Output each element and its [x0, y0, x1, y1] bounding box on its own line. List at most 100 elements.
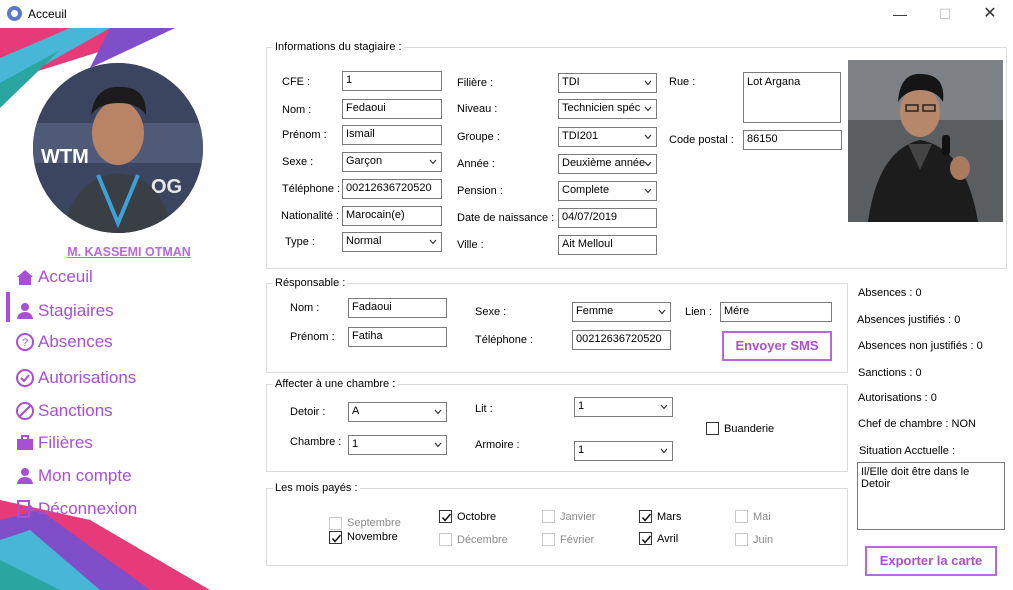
- nav-item-absences[interactable]: ? Absences: [14, 329, 113, 355]
- groupe-value: TDI201: [562, 130, 599, 142]
- resp-prenom-field[interactable]: Fatiha: [348, 327, 447, 347]
- type-label: Type :: [285, 236, 315, 248]
- annee-label: Année :: [457, 158, 495, 170]
- octobre-checkbox[interactable]: [439, 510, 452, 523]
- chevron-down-icon: [660, 448, 668, 454]
- nationalite-field[interactable]: Marocain(e): [342, 206, 442, 226]
- rue-field[interactable]: Lot Argana: [743, 72, 841, 123]
- absences-stat: Absences : 0: [858, 287, 922, 299]
- maximize-button[interactable]: ☐: [925, 2, 965, 26]
- resp-sexe-label: Sexe :: [475, 306, 507, 318]
- user-name[interactable]: M. KASSEMI OTMAN: [0, 245, 258, 259]
- resp-sexe-select[interactable]: Femme: [572, 302, 671, 322]
- stagiaire-group-label: Informations du stagiaire :: [273, 41, 404, 53]
- close-button[interactable]: ✕: [970, 2, 1010, 26]
- fevrier-label: Février: [560, 534, 595, 546]
- juin-checkbox[interactable]: [735, 533, 748, 546]
- check-circle-icon: [14, 367, 36, 389]
- chef-chambre-stat: Chef de chambre : NON: [858, 418, 976, 430]
- resp-telephone-field[interactable]: 00212636720520: [572, 330, 671, 350]
- septembre-checkbox[interactable]: [329, 517, 342, 530]
- briefcase-icon: [14, 432, 36, 454]
- resp-prenom-label: Prénom :: [290, 331, 335, 343]
- niveau-label: Niveau :: [457, 103, 498, 115]
- logout-icon: [14, 498, 36, 520]
- autorisations-stat: Autorisations : 0: [858, 392, 937, 404]
- ville-label: Ville :: [457, 239, 484, 251]
- check-icon: [331, 534, 342, 543]
- student-photo[interactable]: [848, 60, 1003, 222]
- buanderie-checkbox[interactable]: [706, 422, 719, 435]
- sidebar: WTM OG M. KASSEMI OTMAN Acceuil Stagiair…: [0, 28, 258, 590]
- chambre-select[interactable]: 1: [348, 435, 447, 455]
- nav-item-sanctions[interactable]: Sanctions: [14, 398, 113, 424]
- nom-field[interactable]: Fedaoui: [342, 99, 442, 119]
- armoire-label: Armoire :: [475, 439, 520, 451]
- filiere-select[interactable]: TDI: [558, 73, 657, 93]
- telephone-field[interactable]: 00212636720520: [342, 179, 442, 199]
- novembre-checkbox[interactable]: [329, 531, 342, 544]
- svg-text:WTM: WTM: [41, 146, 89, 168]
- decembre-checkbox[interactable]: [439, 533, 452, 546]
- nationalite-label: Nationalité :: [281, 210, 340, 222]
- ville-field[interactable]: Ait Melloul: [558, 235, 657, 255]
- absences-justifies-stat: Absences justifiés : 0: [857, 314, 961, 326]
- avril-checkbox[interactable]: [639, 532, 652, 545]
- detoir-value: A: [352, 405, 360, 417]
- resp-telephone-label: Téléphone :: [475, 334, 534, 346]
- lien-field[interactable]: Mére: [720, 302, 832, 322]
- nav-label: Mon compte: [38, 466, 132, 485]
- nav-item-autorisations[interactable]: Autorisations: [14, 365, 136, 391]
- janvier-checkbox[interactable]: [542, 510, 555, 523]
- chevron-down-icon: [644, 106, 652, 112]
- mois-group-label: Les mois payés :: [273, 482, 360, 494]
- resp-sexe-value: Femme: [576, 305, 614, 317]
- exporter-carte-button[interactable]: Exporter la carte: [865, 546, 997, 576]
- mars-checkbox[interactable]: [639, 510, 652, 523]
- minimize-button[interactable]: —: [880, 2, 920, 26]
- niveau-value: Technicien spéc: [562, 102, 641, 114]
- groupe-select[interactable]: TDI201: [558, 127, 657, 147]
- armoire-value: 1: [578, 444, 585, 456]
- novembre-label: Novembre: [347, 531, 398, 543]
- naissance-label: Date de naissance :: [457, 212, 555, 224]
- nav-item-deconnexion[interactable]: Déconnexion: [14, 496, 137, 522]
- pension-select[interactable]: Complete: [558, 181, 657, 201]
- account-icon: [14, 465, 36, 487]
- niveau-select[interactable]: Technicien spéc: [558, 99, 657, 119]
- slash-circle-icon: [14, 400, 36, 422]
- cfe-field[interactable]: 1: [342, 71, 442, 91]
- nav-label: Déconnexion: [38, 499, 138, 518]
- nav-item-filieres[interactable]: Filières: [14, 430, 93, 456]
- code-postal-field[interactable]: 86150: [743, 130, 842, 150]
- mai-label: Mai: [753, 511, 771, 523]
- title-bar: Acceuil — ☐ ✕: [0, 0, 1013, 28]
- situation-field[interactable]: Il/Elle doit être dans le Detoir: [857, 462, 1005, 530]
- nav-active-indicator: [6, 292, 10, 322]
- lit-label: Lit :: [475, 403, 493, 415]
- nav-item-mon-compte[interactable]: Mon compte: [14, 463, 132, 489]
- type-select[interactable]: Normal: [342, 232, 442, 252]
- home-icon: [14, 266, 36, 288]
- nav-item-acceuil[interactable]: Acceuil: [14, 264, 93, 290]
- nav-item-stagiaires[interactable]: Stagiaires: [14, 298, 114, 324]
- lit-select[interactable]: 1: [574, 397, 673, 417]
- user-icon: [14, 300, 36, 322]
- detoir-label: Detoir :: [290, 406, 326, 418]
- armoire-select[interactable]: 1: [574, 441, 673, 461]
- nav-label: Autorisations: [38, 368, 137, 387]
- mai-checkbox[interactable]: [735, 510, 748, 523]
- sexe-select[interactable]: Garçon: [342, 152, 442, 172]
- detoir-select[interactable]: A: [348, 402, 447, 422]
- fevrier-checkbox[interactable]: [542, 533, 555, 546]
- prenom-field[interactable]: Ismail: [342, 125, 442, 145]
- resp-nom-field[interactable]: Fadaoui: [348, 298, 447, 318]
- rue-label: Rue :: [669, 76, 696, 88]
- naissance-field[interactable]: 04/07/2019: [558, 208, 657, 228]
- envoyer-sms-button[interactable]: Envoyer SMS: [722, 331, 832, 361]
- lien-label: Lien :: [685, 306, 712, 318]
- chevron-down-icon: [434, 409, 442, 415]
- annee-select[interactable]: Deuxième année: [558, 154, 657, 174]
- chambre-label: Chambre :: [290, 436, 342, 448]
- cfe-label: CFE :: [282, 76, 311, 88]
